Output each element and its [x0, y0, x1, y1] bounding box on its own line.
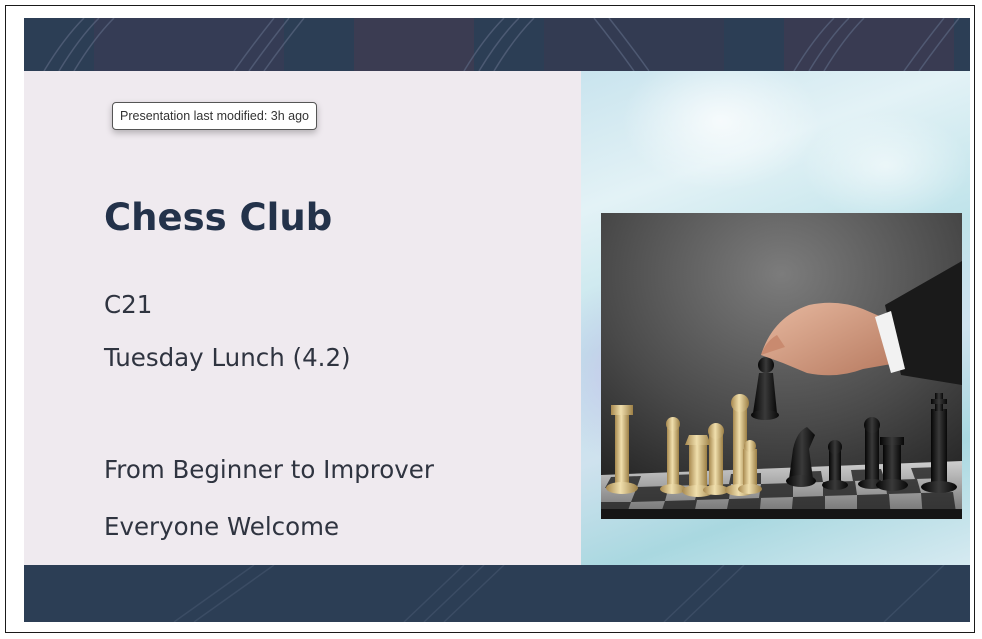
top-decorative-band [24, 18, 970, 71]
gradient-highlight [621, 71, 821, 191]
screenshot-frame: Presentation last modified: 3h ago Chess… [5, 5, 975, 633]
bottom-decorative-band [24, 565, 970, 622]
chess-photo[interactable] [601, 213, 962, 519]
last-modified-tooltip: Presentation last modified: 3h ago [112, 102, 318, 130]
slide-canvas[interactable]: Presentation last modified: 3h ago Chess… [24, 18, 970, 622]
level-text[interactable]: From Beginner to Improver [104, 455, 434, 484]
session-text[interactable]: Tuesday Lunch (4.2) [104, 343, 351, 372]
gradient-highlight [801, 111, 970, 221]
room-text[interactable]: C21 [104, 290, 152, 319]
welcome-text[interactable]: Everyone Welcome [104, 512, 339, 541]
slide-title[interactable]: Chess Club [104, 196, 332, 239]
